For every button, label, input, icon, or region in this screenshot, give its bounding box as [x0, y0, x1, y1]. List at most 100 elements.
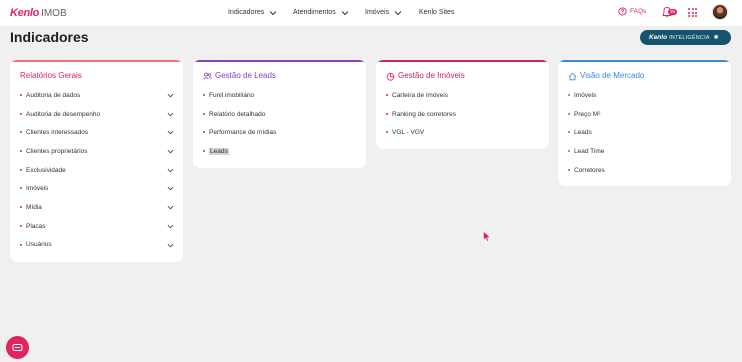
nav-atendimentos[interactable]: Atendimentos — [293, 8, 349, 17]
list-item-label: Lead Time — [574, 147, 605, 155]
card-title-label: Visão de Mercado — [580, 71, 645, 80]
question-chat-icon — [618, 7, 627, 16]
list-item[interactable]: VGL - VGV — [376, 123, 549, 142]
list-item-label: Imóveis — [574, 91, 597, 99]
list-item[interactable]: Lead Time — [558, 142, 731, 161]
list-item-label: Funil imobiliário — [209, 91, 255, 99]
card-title: Gestão de Leads — [203, 71, 366, 81]
list-item-label: Corretores — [574, 166, 605, 174]
list-item[interactable]: Carteira de imóveis — [376, 86, 549, 105]
report-list: Imóveis Preço M² Leads Lead Time Correto… — [558, 86, 731, 179]
nav-kenlo-sites[interactable]: Kenlo Sites — [419, 8, 454, 17]
card-accent-bar — [376, 60, 549, 62]
logo-product: IMOB — [41, 8, 67, 19]
chevron-down-icon — [269, 10, 277, 15]
card-title-label: Relatórios Gerais — [20, 71, 82, 80]
card-accent-bar — [10, 60, 183, 62]
card-title: Relatórios Gerais — [20, 71, 183, 81]
card-title-label: Gestão de Imóveis — [398, 71, 465, 80]
apps-grid-icon[interactable] — [688, 8, 697, 17]
card-title: Gestão de Imóveis — [386, 71, 549, 81]
nav-indicadores[interactable]: Indicadores — [228, 8, 277, 17]
chevron-down-icon — [341, 10, 349, 15]
chevron-down-icon — [394, 10, 402, 15]
nav-imoveis-label: Imóveis — [365, 9, 390, 16]
faq-link[interactable]: FAQs — [618, 7, 646, 16]
nav-kenlo-sites-label: Kenlo Sites — [419, 9, 455, 16]
list-item-label: Usuários — [26, 241, 52, 249]
list-item[interactable]: Usuários — [10, 236, 183, 255]
card-relatorios-gerais: Relatórios Gerais Auditoria de dados Aud… — [10, 60, 183, 263]
chevron-down-icon — [167, 187, 174, 191]
list-item-label: Ranking de corretores — [392, 110, 456, 118]
house-icon — [568, 72, 577, 80]
list-item-label: Imóveis — [26, 185, 49, 193]
chevron-down-icon — [167, 206, 174, 210]
list-item-label-selected: Leads — [209, 147, 229, 155]
list-item-label: Preço M² — [574, 110, 601, 118]
chevron-down-icon — [167, 168, 174, 173]
list-item-label: Exclusividade — [26, 166, 66, 174]
list-item[interactable]: Performance de mídias — [193, 123, 366, 142]
sparkle-icon: ✺ — [713, 35, 719, 41]
list-item[interactable]: Ranking de corretores — [376, 105, 549, 124]
nav-indicadores-label: Indicadores — [228, 9, 265, 16]
card-visao-de-mercado: Visão de Mercado Imóveis Preço M² Leads … — [558, 60, 731, 187]
chevron-down-icon — [167, 112, 174, 117]
ki-brand: Kenlo — [649, 34, 668, 41]
list-item[interactable]: Auditoria de dados — [10, 86, 183, 105]
logo-brand: Kenlo — [10, 7, 40, 19]
chat-button[interactable] — [6, 336, 29, 359]
mouse-cursor-icon — [483, 231, 491, 242]
list-item[interactable]: Preço M² — [558, 105, 731, 124]
list-item-label: Mídia — [26, 203, 42, 211]
chat-bubble-icon — [12, 343, 23, 351]
card-gestao-de-imoveis: Gestão de Imóveis Carteira de imóveis Ra… — [376, 60, 549, 150]
list-item[interactable]: Auditoria de desempenho — [10, 105, 183, 124]
list-item[interactable]: Imóveis — [10, 179, 183, 198]
pie-chart-icon — [386, 72, 395, 81]
list-item[interactable]: Imóveis — [558, 86, 731, 105]
chevron-down-icon — [167, 149, 174, 154]
nav-atendimentos-label: Atendimentos — [293, 9, 336, 16]
list-item-label: Auditoria de dados — [26, 91, 81, 99]
card-title-label: Gestão de Leads — [215, 71, 276, 80]
list-item[interactable]: Relatório detalhado — [193, 105, 366, 124]
list-item[interactable]: Exclusividade — [10, 161, 183, 180]
nav-imoveis[interactable]: Imóveis — [365, 8, 402, 17]
list-item[interactable]: Funil imobiliário — [193, 86, 366, 105]
chevron-down-icon — [167, 243, 174, 247]
card-gestao-de-leads: Gestão de Leads Funil imobiliário Relató… — [193, 60, 366, 168]
kenlo-inteligencia-button[interactable]: Kenlo INTELIGÊNCIA ✺ — [640, 30, 731, 45]
list-item[interactable]: Leads — [193, 142, 366, 161]
card-accent-bar — [558, 60, 731, 62]
page-title: Indicadores — [10, 29, 89, 45]
list-item[interactable]: Clientes proprietários — [10, 142, 183, 161]
top-navbar: Kenlo IMOB Indicadores Atendimentos Imóve… — [0, 0, 742, 26]
list-item[interactable]: Placas — [10, 217, 183, 236]
list-item[interactable]: Corretores — [558, 161, 731, 180]
faq-label: FAQs — [630, 8, 647, 15]
card-title: Visão de Mercado — [568, 71, 731, 81]
list-item-label: Leads — [574, 129, 592, 137]
avatar[interactable] — [712, 4, 728, 20]
people-icon — [203, 72, 212, 80]
list-item[interactable]: Mídia — [10, 198, 183, 217]
list-item-label: Carteira de imóveis — [392, 91, 448, 99]
list-item[interactable]: Leads — [558, 123, 731, 142]
card-accent-bar — [193, 60, 366, 62]
list-item-label: Relatório detalhado — [209, 110, 266, 118]
report-list: Auditoria de dados Auditoria de desempen… — [10, 86, 183, 254]
kenlo-imob-logo[interactable]: Kenlo IMOB — [10, 7, 67, 20]
list-item-label: Auditoria de desempenho — [26, 110, 101, 118]
list-item-label: VGL - VGV — [392, 129, 425, 137]
report-list: Carteira de imóveis Ranking de corretore… — [376, 86, 549, 142]
ki-label: INTELIGÊNCIA — [669, 34, 710, 41]
list-item-label: Clientes interessados — [26, 129, 89, 137]
list-item-label: Performance de mídias — [209, 129, 277, 137]
chevron-down-icon — [167, 93, 174, 98]
list-item-label: Clientes proprietários — [26, 147, 88, 155]
notifications-badge: 35 — [668, 9, 677, 15]
list-item[interactable]: Clientes interessados — [10, 123, 183, 142]
list-item-label: Placas — [26, 222, 46, 230]
